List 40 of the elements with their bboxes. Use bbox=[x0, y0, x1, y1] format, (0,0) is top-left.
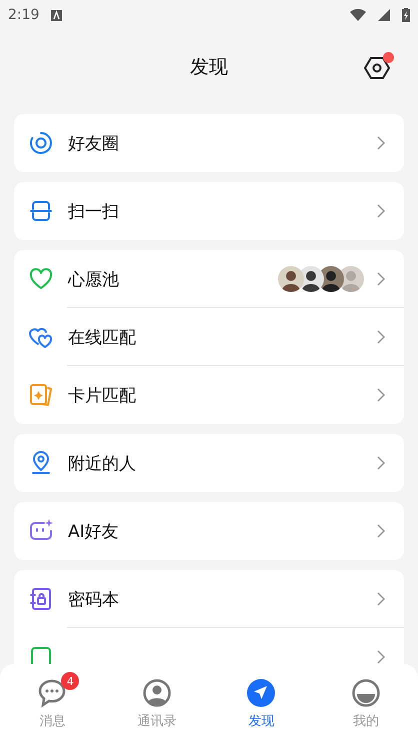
status-time: 2:19 bbox=[8, 7, 40, 23]
settings-icon[interactable] bbox=[364, 56, 390, 80]
chat-icon bbox=[37, 678, 68, 708]
chevron-icon bbox=[376, 330, 386, 344]
ring-icon bbox=[28, 130, 54, 156]
chevron-icon bbox=[376, 272, 386, 286]
menu-item[interactable]: 心愿池 bbox=[14, 250, 404, 308]
profile-icon bbox=[350, 678, 381, 708]
tab-label: 消息 bbox=[39, 713, 66, 730]
chevron-icon bbox=[376, 456, 386, 470]
menu-item[interactable]: 在线匹配 bbox=[14, 308, 404, 366]
signal-icon bbox=[378, 9, 390, 21]
menu-item[interactable]: 好友圈 bbox=[14, 114, 404, 172]
cards-icon bbox=[28, 382, 54, 408]
tab-label: 发现 bbox=[248, 713, 274, 730]
chevron-icon bbox=[376, 136, 386, 150]
tab[interactable]: 4 消息 bbox=[0, 668, 104, 744]
heart-icon bbox=[28, 266, 54, 292]
menu-item[interactable]: 卡片匹配 bbox=[14, 366, 404, 424]
wifi-icon bbox=[350, 9, 366, 21]
chevron-icon bbox=[376, 592, 386, 606]
chevron-icon bbox=[376, 388, 386, 402]
menu-item[interactable]: AI好友 bbox=[14, 502, 404, 560]
lock-icon bbox=[28, 586, 54, 612]
contact-icon bbox=[142, 678, 172, 708]
tab[interactable]: 发现 bbox=[209, 668, 314, 744]
tab-label: 通讯录 bbox=[137, 713, 176, 730]
chevron-icon bbox=[376, 524, 386, 538]
battery-icon bbox=[402, 8, 410, 22]
page-title: 发现 bbox=[190, 55, 228, 80]
chevron-icon bbox=[376, 204, 386, 218]
chevron-icon bbox=[376, 650, 386, 664]
notification-icon bbox=[51, 10, 62, 20]
tab-label: 我的 bbox=[352, 713, 379, 730]
scan-icon bbox=[28, 198, 54, 224]
unread-badge: 4 bbox=[61, 672, 80, 690]
menu-item[interactable]: 附近的人 bbox=[14, 434, 404, 492]
menu-item[interactable]: 密码本 bbox=[14, 570, 404, 628]
menu-item[interactable]: 扫一扫 bbox=[14, 182, 404, 240]
navigation-icon bbox=[246, 678, 276, 708]
